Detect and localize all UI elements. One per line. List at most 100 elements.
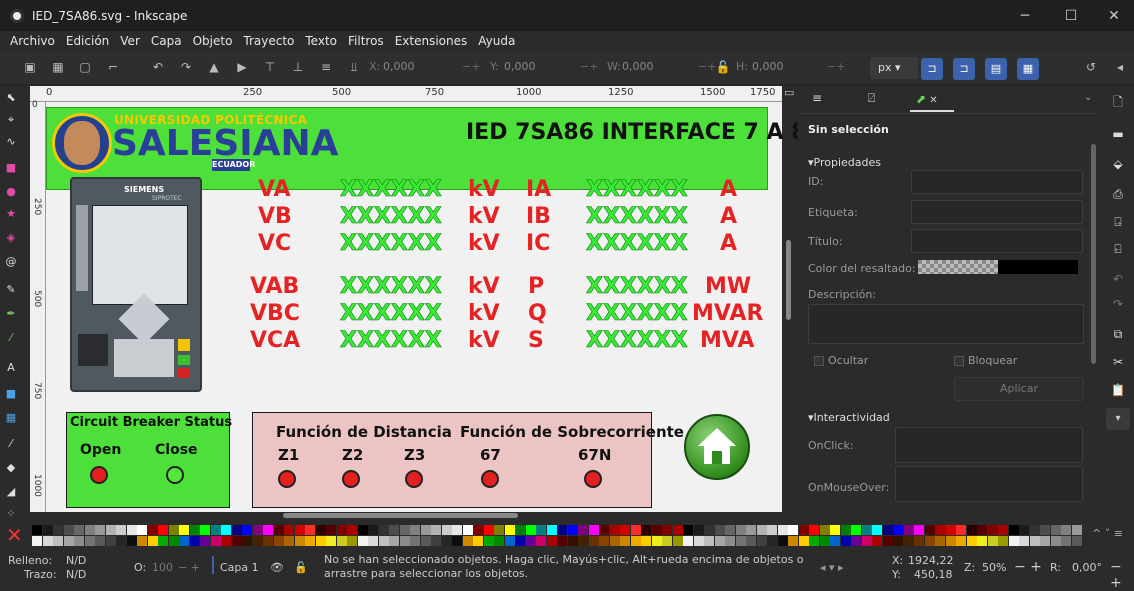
- dropper-tool-icon[interactable]: ⁄: [4, 437, 18, 451]
- menu-objeto[interactable]: Objeto: [193, 34, 233, 48]
- palette-swatch[interactable]: [74, 536, 84, 546]
- palette-swatch[interactable]: [504, 525, 515, 535]
- tabs-menu-icon[interactable]: ⌄: [1084, 92, 1092, 103]
- palette-swatch[interactable]: [914, 536, 924, 546]
- toggle-commands-icon[interactable]: ↺: [1083, 59, 1099, 75]
- palette-swatch[interactable]: [840, 525, 851, 535]
- palette-swatch[interactable]: [557, 536, 567, 546]
- palette-swatch[interactable]: [893, 525, 903, 535]
- spray-tool-icon[interactable]: ⁘: [4, 507, 18, 521]
- lower-to-bottom-icon[interactable]: ⫫: [346, 59, 362, 75]
- palette-swatch[interactable]: [105, 525, 116, 535]
- palette-swatch[interactable]: [630, 525, 641, 535]
- opacity-value[interactable]: 100: [152, 561, 173, 574]
- palette-swatch[interactable]: [830, 525, 840, 535]
- palette-swatch[interactable]: [263, 536, 273, 546]
- zoom-stepper[interactable]: − +: [1014, 559, 1042, 575]
- print-icon[interactable]: ⎙: [1110, 186, 1126, 202]
- palette-swatch[interactable]: [578, 525, 588, 535]
- rotation-stepper[interactable]: − +: [1110, 559, 1134, 591]
- palette-swatch[interactable]: [1061, 536, 1071, 546]
- status-nav-icon[interactable]: ◂ ▾ ▸: [820, 561, 844, 574]
- palette-swatch[interactable]: [462, 525, 473, 535]
- mesh-tool-icon[interactable]: ▦: [4, 411, 18, 425]
- palette-swatch[interactable]: [305, 536, 315, 546]
- transform-patterns-button[interactable]: ▦: [1017, 58, 1039, 80]
- palette-swatch[interactable]: [567, 536, 578, 546]
- palette-swatch[interactable]: [683, 525, 693, 535]
- palette-swatch[interactable]: [431, 536, 441, 546]
- minimize-button[interactable]: ─: [1002, 0, 1048, 31]
- palette-swatch[interactable]: [935, 536, 945, 546]
- palette-swatch[interactable]: [116, 525, 126, 535]
- rectangle-tool-icon[interactable]: ■: [4, 161, 18, 175]
- h-value[interactable]: 0,000: [752, 60, 784, 73]
- palette-swatch[interactable]: [200, 536, 210, 546]
- palette-swatch[interactable]: [735, 525, 746, 535]
- palette-swatch[interactable]: [210, 536, 221, 546]
- snap-toggle-icon[interactable]: ▭: [784, 86, 794, 99]
- palette-swatch[interactable]: [809, 525, 819, 535]
- palette-swatch[interactable]: [662, 525, 672, 535]
- palette-swatch[interactable]: [525, 536, 536, 546]
- palette-swatch[interactable]: [462, 536, 473, 546]
- palette-swatch[interactable]: [546, 525, 557, 535]
- palette-swatch[interactable]: [273, 536, 284, 546]
- palette-swatch[interactable]: [32, 525, 42, 535]
- onmouseover-input[interactable]: [895, 466, 1083, 502]
- menu-ayuda[interactable]: Ayuda: [478, 34, 515, 48]
- palette-swatch[interactable]: [368, 525, 378, 535]
- palette-swatch[interactable]: [63, 525, 74, 535]
- palette-swatch[interactable]: [767, 536, 777, 546]
- palette-swatch[interactable]: [137, 536, 147, 546]
- close-button[interactable]: ✕: [1094, 0, 1134, 31]
- palette-swatch[interactable]: [179, 536, 189, 546]
- vertical-scrollbar[interactable]: [786, 240, 791, 320]
- lock-checkbox[interactable]: [954, 356, 964, 366]
- palette-swatch[interactable]: [882, 525, 893, 535]
- highlight-color-swatch[interactable]: [998, 260, 1078, 274]
- palette-swatch[interactable]: [399, 536, 410, 546]
- export-icon[interactable]: ⍇: [1110, 241, 1126, 257]
- palette-swatch[interactable]: [1040, 536, 1050, 546]
- palette-swatch[interactable]: [578, 536, 588, 546]
- palette-swatch[interactable]: [924, 536, 935, 546]
- palette-swatch[interactable]: [42, 536, 53, 546]
- palette-swatch[interactable]: [861, 525, 872, 535]
- cb-open-indicator[interactable]: [90, 466, 108, 484]
- opacity-stepper[interactable]: − +: [178, 561, 200, 574]
- palette-swatch[interactable]: [819, 536, 830, 546]
- h-stepper[interactable]: −+: [827, 60, 845, 73]
- palette-swatch[interactable]: [1008, 536, 1019, 546]
- palette-swatch[interactable]: [63, 536, 74, 546]
- palette-swatch[interactable]: [924, 525, 935, 535]
- y-value[interactable]: 0,000: [504, 60, 536, 73]
- palette-swatch[interactable]: [357, 536, 368, 546]
- apply-button[interactable]: Aplicar: [954, 377, 1084, 401]
- palette-swatch[interactable]: [95, 525, 105, 535]
- palette-swatch[interactable]: [672, 525, 683, 535]
- palette-swatch[interactable]: [242, 536, 252, 546]
- palette-swatch[interactable]: [263, 525, 273, 535]
- selector-tool-icon[interactable]: ⬉: [4, 91, 18, 105]
- palette-swatch[interactable]: [1071, 525, 1082, 535]
- deselect-icon[interactable]: ▢: [77, 59, 93, 75]
- unit-select[interactable]: px ▾: [870, 57, 918, 79]
- palette-swatch[interactable]: [158, 525, 168, 535]
- palette-swatch[interactable]: [609, 525, 620, 535]
- menu-archivo[interactable]: Archivo: [10, 34, 55, 48]
- palette-swatch[interactable]: [725, 536, 735, 546]
- object-properties-tab[interactable]: ⬈ ✕: [910, 88, 954, 112]
- palette-swatch[interactable]: [315, 536, 326, 546]
- palette-swatch[interactable]: [903, 536, 914, 546]
- flip-vertical-icon[interactable]: ▲: [206, 59, 222, 75]
- palette-swatch[interactable]: [956, 525, 966, 535]
- palette-swatch[interactable]: [767, 525, 777, 535]
- palette-swatch[interactable]: [336, 525, 347, 535]
- touch-select-icon[interactable]: ⌐: [105, 59, 121, 75]
- palette-swatch[interactable]: [935, 525, 945, 535]
- palette-swatch[interactable]: [452, 536, 462, 546]
- star-tool-icon[interactable]: ★: [4, 207, 18, 221]
- palette-swatch[interactable]: [441, 525, 452, 535]
- palette-swatch[interactable]: [893, 536, 903, 546]
